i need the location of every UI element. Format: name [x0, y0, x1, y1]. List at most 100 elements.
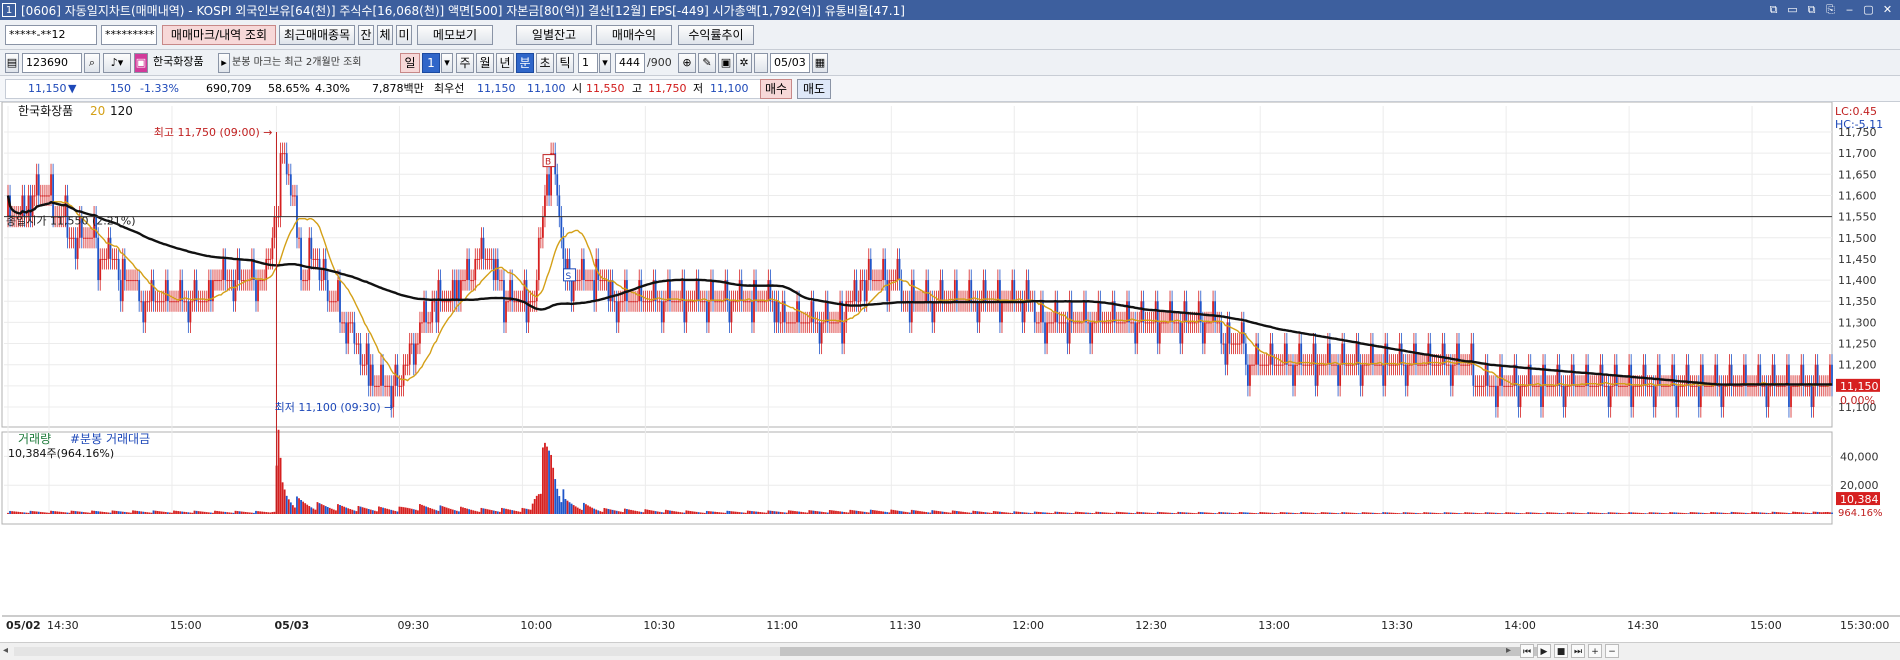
candle-body: [683, 280, 686, 323]
candle-body: [388, 385, 391, 387]
date-checkbox[interactable]: [754, 53, 768, 73]
candle-body: [1413, 343, 1415, 365]
candle-body: [363, 364, 366, 366]
period-minute-tab[interactable]: 분: [516, 53, 534, 73]
sound-icon[interactable]: ♪▾: [103, 53, 131, 73]
trade-profit-button[interactable]: 매매수익: [596, 25, 672, 45]
candle-body: [464, 280, 466, 282]
volume-bar: [1054, 511, 1057, 514]
search-icon[interactable]: ⌕: [84, 53, 100, 73]
daily-balance-button[interactable]: 일별잔고: [516, 25, 592, 45]
candle-body: [1667, 385, 1669, 387]
buy-button[interactable]: 매수: [760, 79, 792, 99]
volume-bar: [111, 510, 114, 514]
account-select[interactable]: *****-**12: [5, 25, 97, 45]
volume-bar: [1503, 513, 1505, 514]
drawing-icon[interactable]: ✎: [698, 53, 716, 73]
candle-body: [35, 174, 38, 196]
volume-bar: [1105, 512, 1108, 514]
balance-button[interactable]: 잔: [358, 25, 374, 45]
candle-body: [1820, 385, 1823, 387]
period-num[interactable]: 1: [422, 53, 440, 73]
play-icon[interactable]: ▶: [1537, 644, 1551, 658]
candle-body: [621, 301, 624, 303]
scroll-right-icon[interactable]: ▸: [1506, 645, 1511, 656]
volume-bar: [138, 511, 141, 514]
volume-bar: [1769, 513, 1772, 514]
candle-body: [1775, 385, 1778, 387]
sell-button[interactable]: 매도: [797, 79, 831, 99]
volume-bar: [1552, 512, 1555, 514]
gear-icon[interactable]: ✲: [736, 53, 752, 73]
volume-bar: [615, 510, 618, 514]
minimize-icon[interactable]: ‒: [1843, 4, 1856, 16]
close-icon[interactable]: ✕: [1881, 4, 1894, 16]
candle-body: [746, 301, 749, 303]
trade-marks-button[interactable]: 매매마크/내역 조회: [162, 25, 276, 45]
candle-body: [636, 301, 639, 303]
candle-body: [1165, 322, 1167, 324]
zoom-in-icon[interactable]: +: [1588, 644, 1602, 658]
save-icon[interactable]: ▣: [718, 53, 734, 73]
candle-body: [451, 280, 454, 302]
volume-bar: [1576, 512, 1579, 514]
tile-icon[interactable]: ⧉: [1805, 4, 1818, 16]
calendar-icon[interactable]: ▦: [812, 53, 828, 73]
period-tick-tab[interactable]: 틱: [556, 53, 574, 73]
first-icon[interactable]: ⏮: [1520, 644, 1534, 658]
candle-body: [513, 301, 516, 303]
crosshair-icon[interactable]: ⊕: [678, 53, 696, 73]
candle-body: [408, 343, 411, 365]
volume-bar: [710, 511, 712, 514]
volume-bar: [498, 511, 501, 514]
volume-bar: [1689, 512, 1692, 514]
candle-body: [1402, 364, 1405, 366]
interval-dropdown-icon[interactable]: ▾: [599, 53, 611, 73]
volume-bar: [755, 511, 757, 514]
chart-scrollbar[interactable]: ◂ ▸ ⏮ ▶ ■ ⏭ + −: [0, 642, 1900, 660]
scroll-left-icon[interactable]: ◂: [3, 645, 8, 656]
candle-body: [76, 237, 79, 259]
stop-icon[interactable]: ■: [1554, 644, 1568, 658]
period-month-tab[interactable]: 월: [476, 53, 494, 73]
password-input[interactable]: *********: [101, 25, 157, 45]
candle-body: [1777, 385, 1780, 387]
period-week-tab[interactable]: 주: [456, 53, 474, 73]
candle-body: [330, 301, 333, 303]
link-window-icon[interactable]: ⧉: [1767, 4, 1780, 16]
chevron-down-icon[interactable]: ▾: [441, 53, 453, 73]
volume-bar: [433, 509, 436, 514]
candle-body: [603, 280, 606, 282]
volume-bar: [1562, 513, 1565, 514]
period-year-tab[interactable]: 년: [496, 53, 514, 73]
return-trend-button[interactable]: 수익률추이: [678, 25, 754, 45]
restore-icon[interactable]: ▭: [1786, 4, 1799, 16]
recent-stocks-button[interactable]: 최근매매종목: [279, 25, 355, 45]
chart-settings-icon[interactable]: ▤: [5, 53, 19, 73]
volume-bar: [277, 429, 280, 514]
zoom-out-icon[interactable]: −: [1605, 644, 1619, 658]
date-input[interactable]: 05/03: [770, 53, 810, 73]
memo-button[interactable]: 메모보기: [417, 25, 493, 45]
last-icon[interactable]: ⏭: [1571, 644, 1585, 658]
volume-bar: [1003, 512, 1005, 514]
period-day-tab[interactable]: 일: [400, 53, 420, 73]
count-input[interactable]: 444: [615, 53, 645, 73]
maximize-icon[interactable]: ▢: [1862, 4, 1875, 16]
candle-body: [1607, 385, 1610, 407]
copy-window-icon[interactable]: ⎘: [1824, 4, 1837, 16]
volume-bar: [1447, 512, 1450, 514]
candle-body: [595, 258, 598, 302]
interval-input[interactable]: 1: [578, 53, 598, 73]
candle-body: [50, 174, 52, 196]
execution-button[interactable]: 체: [377, 25, 393, 45]
candle-body: [373, 385, 376, 387]
volume-bar: [1066, 512, 1069, 514]
stock-menu-icon[interactable]: ▸: [218, 53, 230, 73]
price-chart[interactable]: 11,10011,15011,20011,25011,30011,35011,4…: [0, 102, 1900, 642]
period-second-tab[interactable]: 초: [536, 53, 554, 73]
unfilled-button[interactable]: 미: [396, 25, 412, 45]
scroll-thumb[interactable]: [780, 647, 1540, 656]
stock-code-input[interactable]: 123690: [22, 53, 82, 73]
candle-body: [1425, 364, 1428, 366]
